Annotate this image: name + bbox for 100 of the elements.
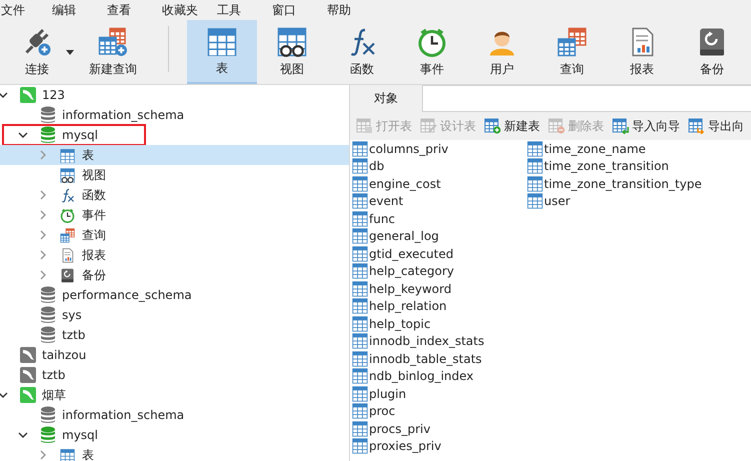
table-name: procs_priv: [369, 422, 430, 436]
table-icon: [352, 176, 368, 192]
tree-item[interactable]: tztb: [0, 365, 349, 385]
table-list-item[interactable]: func: [352, 210, 527, 228]
table-list-item[interactable]: columns_priv: [352, 140, 527, 158]
tree-item[interactable]: 表: [0, 445, 349, 461]
function-icon: [62, 188, 74, 202]
table-name: func: [369, 212, 396, 226]
table-list-item[interactable]: plugin: [352, 385, 527, 402]
table-list-item[interactable]: procs_priv: [352, 420, 527, 438]
table-action-icon: [420, 118, 438, 134]
tree-item-label: 查询: [82, 226, 106, 244]
tree-item[interactable]: sys: [0, 305, 349, 325]
table-list-item[interactable]: gtid_executed: [352, 245, 527, 262]
tree-item[interactable]: 事件: [0, 205, 349, 225]
table-list-item[interactable]: time_zone_transition_type: [527, 175, 702, 192]
table-name: proxies_priv: [369, 439, 442, 454]
table-icon: [352, 420, 368, 437]
view-icon: [60, 168, 75, 182]
tree-item[interactable]: performance_schema: [0, 285, 349, 305]
table-icon: [527, 140, 543, 157]
table-list-item[interactable]: time_zone_transition: [527, 158, 702, 175]
table-list-item[interactable]: help_relation: [352, 298, 527, 315]
table-action-icon: [612, 118, 630, 134]
toolbar-button[interactable]: 查询: [537, 20, 607, 84]
tree-item[interactable]: 函数: [0, 185, 349, 205]
table-list-item[interactable]: proc: [352, 402, 527, 420]
menu-item[interactable]: 收藏夹: [161, 2, 216, 18]
tree-item[interactable]: tztb: [0, 325, 349, 345]
tree-item[interactable]: 备份: [0, 265, 349, 285]
toolbar-button[interactable]: 新建表: [482, 118, 542, 134]
table-list-item[interactable]: ndb_binlog_index: [352, 368, 527, 385]
table-list-item[interactable]: engine_cost: [352, 175, 527, 192]
table-list-item[interactable]: help_category: [352, 262, 527, 280]
table-name: plugin: [369, 386, 406, 401]
menu-item[interactable]: 查看: [106, 2, 161, 18]
menu-item[interactable]: 窗口: [271, 2, 326, 18]
clock-icon: [418, 28, 446, 56]
backup-icon: [60, 268, 75, 282]
table-list-item[interactable]: innodb_index_stats: [352, 332, 527, 350]
table-icon: [207, 26, 237, 56]
new-query-icon: [98, 26, 128, 56]
table-name: help_keyword: [369, 282, 452, 296]
tree-item[interactable]: 查询: [0, 225, 349, 245]
toolbar-button[interactable]: 导入向导: [610, 118, 682, 134]
table-icon: [352, 140, 368, 157]
menu-item[interactable]: 编辑: [51, 2, 106, 18]
table-icon: [352, 210, 368, 227]
table-list-item[interactable]: user: [527, 192, 702, 210]
tree-item-label: performance_schema: [62, 288, 192, 302]
table-list-item[interactable]: innodb_table_stats: [352, 350, 527, 368]
tree-item-label: information_schema: [62, 108, 184, 122]
table-list-item[interactable]: event: [352, 192, 527, 210]
table-list-item[interactable]: proxies_priv: [352, 438, 527, 455]
menu-item[interactable]: 工具: [216, 2, 271, 18]
toolbar-button[interactable]: 视图: [257, 20, 327, 84]
table-list-item[interactable]: db: [352, 158, 527, 175]
toolbar-button[interactable]: 用户: [467, 20, 537, 84]
tree-item[interactable]: mysql: [0, 425, 349, 445]
tree-item[interactable]: information_schema: [0, 405, 349, 425]
table-name: user: [544, 194, 570, 208]
toolbar-button[interactable]: 导出向: [686, 118, 746, 134]
table-name: time_zone_transition_type: [544, 176, 702, 191]
toolbar-button[interactable]: 表: [187, 20, 257, 84]
toolbar-button[interactable]: 事件: [397, 20, 467, 84]
dropdown-caret-icon[interactable]: [66, 50, 74, 54]
table-list-item[interactable]: general_log: [352, 228, 527, 245]
table-action-icon: [548, 118, 566, 134]
table-list-item[interactable]: time_zone_name: [527, 140, 702, 158]
tree-item[interactable]: information_schema: [0, 105, 349, 125]
table-icon: [352, 158, 368, 174]
toolbar-button[interactable]: 函数: [327, 20, 397, 84]
tree-item-label: 事件: [82, 206, 106, 224]
toolbar-button[interactable]: 连接: [2, 20, 72, 84]
table-icon: [352, 246, 368, 262]
tree-item-label: 123: [42, 88, 65, 102]
table-name: innodb_table_stats: [369, 352, 482, 366]
toolbar-button[interactable]: 报表: [607, 20, 677, 84]
tree-item[interactable]: 烟草: [0, 385, 349, 405]
tree-item-label: 表: [82, 446, 94, 461]
table-list-item[interactable]: help_keyword: [352, 280, 527, 298]
table-name: event: [369, 194, 404, 208]
menu-item[interactable]: 帮助: [326, 2, 381, 18]
tree-item[interactable]: 123: [0, 85, 349, 105]
table-icon: [352, 386, 368, 402]
table-name: help_topic: [369, 316, 431, 331]
view-icon: [278, 27, 306, 56]
tree-item[interactable]: 视图: [0, 165, 349, 185]
menu-item[interactable]: 文件: [0, 2, 51, 18]
table-icon: [352, 263, 368, 280]
toolbar-button[interactable]: 备份: [677, 20, 747, 84]
tree-item[interactable]: 表: [0, 145, 349, 165]
table-list-item[interactable]: help_topic: [352, 315, 527, 332]
table-icon: [527, 158, 543, 174]
tree-item-label: 报表: [82, 246, 106, 264]
table-name: gtid_executed: [369, 246, 454, 261]
tree-item[interactable]: 报表: [0, 245, 349, 265]
tree-item-label: 烟草: [42, 386, 66, 404]
toolbar-button[interactable]: 新建查询: [78, 20, 148, 84]
tree-item[interactable]: taihzou: [0, 345, 349, 365]
